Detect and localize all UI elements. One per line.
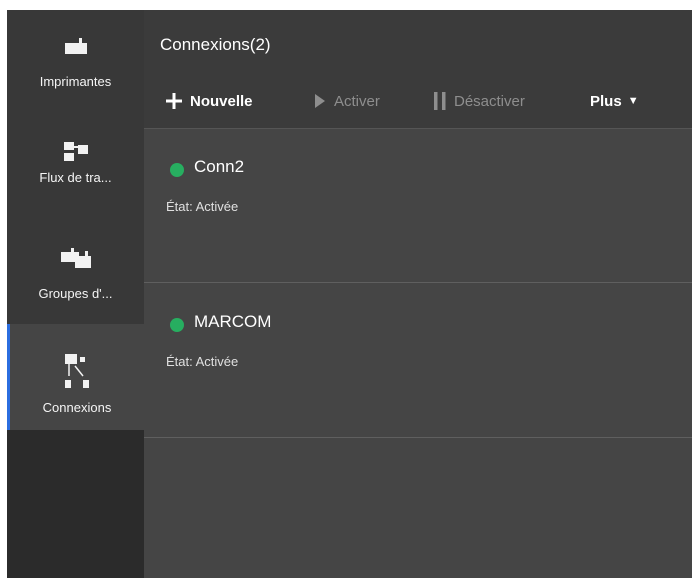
sidebar-item-label: Connexions [42,400,112,415]
workflow-icon [63,142,88,161]
sidebar-item-workflows[interactable]: Flux de tra... [7,116,144,222]
sidebar-item-printers[interactable]: Imprimantes [7,10,144,116]
activate-button[interactable]: Activer [314,88,380,114]
printer-icon [64,38,87,54]
chevron-down-icon: ▼ [627,95,639,107]
list-item[interactable]: Conn2 État: Activée [144,128,692,283]
sidebar: Imprimantes Flux de tra... Groupes d'... [7,10,144,578]
play-icon [315,94,325,108]
connection-state: État: Activée [166,199,239,214]
connections-icon [65,354,89,388]
status-active-icon [170,163,184,177]
activate-button-label: Activer [334,92,380,110]
connection-state: État: Activée [166,354,239,369]
connection-name: MARCOM [194,312,272,331]
sidebar-item-label: Groupes d'... [38,286,113,301]
app-window: Imprimantes Flux de tra... Groupes d'... [7,10,692,578]
deactivate-button-label: Désactiver [454,92,525,110]
connection-count: (2) [249,35,271,54]
page-title: Connexions(2) [160,35,271,55]
list-item[interactable]: MARCOM État: Activée [144,283,692,438]
status-active-icon [170,318,184,332]
new-button-label: Nouvelle [190,92,253,110]
toolbar: Nouvelle Activer Désactiver Plus ▼ [144,88,692,118]
sidebar-item-label: Imprimantes [39,74,112,89]
pause-icon [434,92,446,110]
more-button[interactable]: Plus ▼ [590,88,639,114]
sidebar-item-connections[interactable]: Connexions [7,324,144,430]
new-button[interactable]: Nouvelle [166,88,253,114]
sidebar-item-printer-groups[interactable]: Groupes d'... [7,222,144,328]
printer-group-icon [60,248,91,268]
connection-name: Conn2 [194,157,245,176]
plus-icon [166,93,182,109]
sidebar-item-label: Flux de tra... [39,170,112,185]
connection-list: Conn2 État: Activée MARCOM État: Activée [144,128,692,438]
main-header: Connexions(2) Nouvelle Activer Désactive… [144,10,692,129]
deactivate-button[interactable]: Désactiver [434,88,525,114]
more-button-label: Plus [590,92,622,110]
page-title-text: Connexions [160,35,250,54]
